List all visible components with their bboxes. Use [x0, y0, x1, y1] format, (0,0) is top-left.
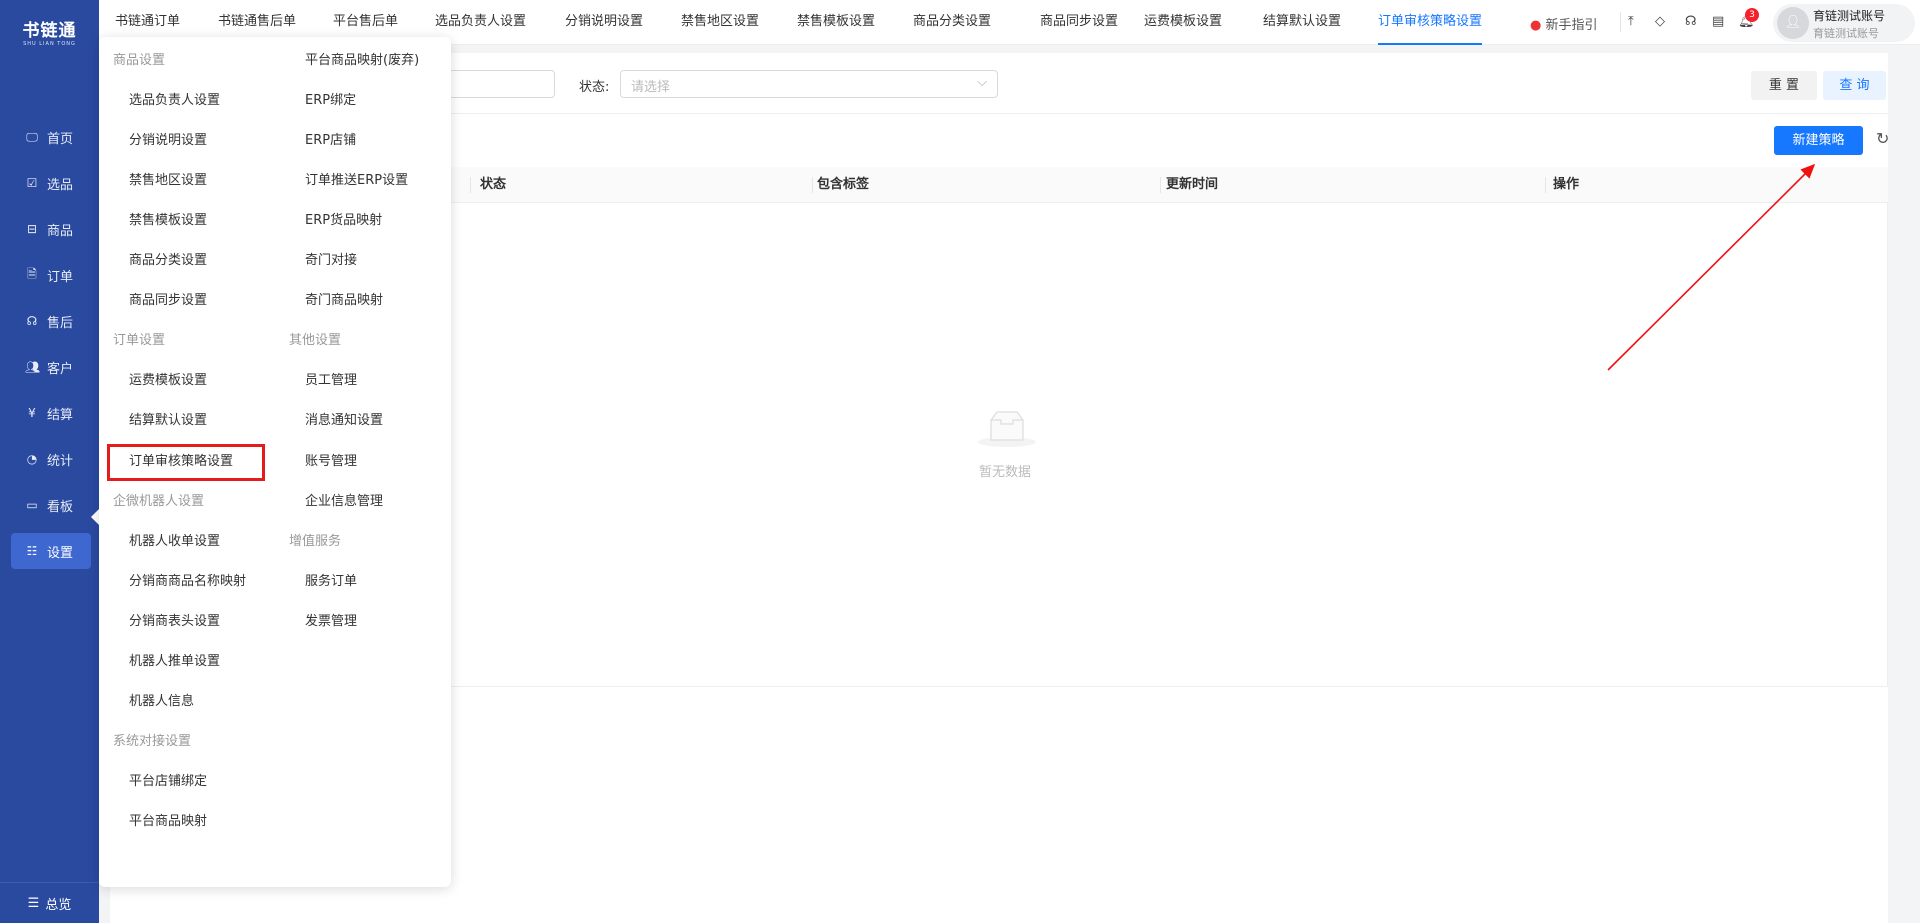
status-label: 状态:	[579, 80, 610, 95]
new-strategy-button[interactable]: 新建策略	[1774, 126, 1863, 155]
users-icon: 👥︎	[25, 360, 41, 374]
overview-button[interactable]: ☰ 总览	[0, 882, 99, 923]
diamond-icon[interactable]: ◇	[1655, 14, 1665, 29]
menu-item[interactable]: ERP绑定	[305, 91, 356, 111]
monitor-icon: 🖵︎	[26, 129, 38, 144]
tab[interactable]: 结算默认设置	[1263, 0, 1341, 45]
sliders-icon: ☷	[26, 544, 38, 558]
menu-group-label: 其他设置	[289, 333, 342, 349]
menu-group-label: 增值服务	[289, 533, 342, 549]
menu-item[interactable]: 服务订单	[305, 572, 357, 592]
table-border	[1887, 203, 1888, 686]
query-button[interactable]: 查 询	[1823, 71, 1886, 100]
column-divider	[470, 177, 471, 193]
menu-item[interactable]: 机器人信息	[129, 692, 194, 712]
box-icon: ⊟	[26, 222, 38, 236]
refresh-icon[interactable]: ↻	[1876, 129, 1889, 148]
menu-item[interactable]: 平台商品映射(废弃)	[305, 51, 419, 71]
headset-icon: ☊	[26, 314, 38, 328]
avatar: 👤︎	[1777, 7, 1809, 39]
menu-item[interactable]: ERP店铺	[305, 131, 356, 151]
menu-item[interactable]: 商品分类设置	[129, 251, 207, 271]
menu-item[interactable]: 禁售模板设置	[129, 211, 207, 231]
guide-button[interactable]: ● 新手指引	[1530, 14, 1598, 33]
menu-item[interactable]: 运费模板设置	[129, 371, 207, 391]
menu-item[interactable]: 机器人收单设置	[129, 532, 220, 552]
sidebar-item[interactable]: ☑︎ 选品	[11, 165, 91, 201]
menu-item[interactable]: 平台商品映射	[129, 812, 207, 832]
menu-item[interactable]: 消息通知设置	[305, 411, 383, 431]
tab[interactable]: 订单审核策略设置	[1378, 0, 1483, 45]
sidebar-item[interactable]: ◔ 统计	[11, 441, 91, 477]
document-icon: 🗎︎	[27, 266, 37, 281]
sidebar: 书链通 SHU LIAN TONG 🖵︎ 首页 ☑︎ 选品 ⊟ 商品 🗎︎ 订单 ☊ 售后 👥︎ 客户…	[0, 0, 99, 923]
menu-icon: ☰	[27, 895, 40, 911]
menu-item[interactable]: 订单推送ERP设置	[305, 171, 408, 191]
kiosk-icon[interactable]: ▤	[1712, 14, 1724, 29]
pie-icon: ◔	[26, 452, 38, 466]
highlight-box	[107, 444, 265, 481]
divider	[1620, 12, 1621, 32]
menu-group-label: 企微机器人设置	[113, 493, 205, 509]
board-icon: ▭	[26, 498, 38, 512]
menu-item[interactable]: 分销商表头设置	[129, 612, 220, 632]
logo[interactable]: 书链通 SHU LIAN TONG	[0, 0, 99, 55]
guide-icon: ●	[1530, 18, 1542, 33]
column-header: 状态	[480, 177, 507, 192]
menu-item[interactable]: 奇门商品映射	[305, 291, 383, 311]
menu-item[interactable]: 结算默认设置	[129, 411, 207, 431]
sidebar-item[interactable]: ☷ 设置	[11, 533, 91, 569]
menu-item[interactable]: 机器人推单设置	[129, 652, 220, 672]
chevron-down-icon: ⌵	[977, 75, 987, 90]
upload-icon[interactable]: ⤒	[1628, 14, 1634, 29]
checklist-icon: ☑︎	[26, 176, 38, 190]
column-divider	[1545, 177, 1546, 193]
yen-icon: ¥	[28, 406, 36, 420]
sidebar-item[interactable]: 👥︎ 客户	[11, 349, 91, 385]
tab[interactable]: 商品同步设置	[1040, 0, 1118, 45]
user-menu[interactable]: 👤︎ 育链测试账号 育链测试账号	[1773, 4, 1915, 42]
column-divider	[1160, 177, 1161, 193]
menu-item[interactable]: ERP货品映射	[305, 211, 382, 231]
menu-item[interactable]: 禁售地区设置	[129, 171, 207, 191]
column-header: 操作	[1553, 177, 1580, 192]
menu-item[interactable]: 账号管理	[305, 452, 357, 472]
tab[interactable]: 禁售地区设置	[681, 0, 759, 45]
sidebar-item[interactable]: 🖵︎ 首页	[11, 119, 91, 155]
notification-badge: 3	[1745, 8, 1759, 22]
menu-item[interactable]: 奇门对接	[305, 251, 357, 271]
column-divider	[812, 177, 813, 193]
menu-item[interactable]: 商品同步设置	[129, 291, 207, 311]
sidebar-item[interactable]: ☊ 售后	[11, 303, 91, 339]
empty-box-icon	[977, 408, 1037, 448]
sidebar-item[interactable]: ¥ 结算	[11, 395, 91, 431]
tab[interactable]: 运费模板设置	[1144, 0, 1222, 45]
sidebar-item[interactable]: 🗎︎ 订单	[11, 257, 91, 293]
reset-button[interactable]: 重 置	[1751, 71, 1817, 100]
search-input[interactable]	[440, 70, 555, 98]
menu-item[interactable]: 选品负责人设置	[129, 91, 220, 111]
menu-group-label: 商品设置	[113, 53, 166, 68]
column-header: 更新时间	[1166, 177, 1219, 192]
active-caret	[91, 509, 99, 525]
headset-icon[interactable]: ☊	[1685, 14, 1697, 29]
tab[interactable]: 禁售模板设置	[797, 0, 875, 45]
menu-item[interactable]: 分销说明设置	[129, 131, 207, 151]
menu-group-label: 系统对接设置	[113, 733, 192, 749]
column-header: 包含标签	[817, 177, 870, 192]
menu-item[interactable]: 企业信息管理	[305, 492, 383, 512]
tab[interactable]: 商品分类设置	[913, 0, 991, 45]
tab[interactable]: 分销说明设置	[565, 0, 643, 45]
status-select[interactable]: 请选择 ⌵	[620, 70, 998, 98]
sidebar-item[interactable]: ⊟ 商品	[11, 211, 91, 247]
menu-item[interactable]: 员工管理	[305, 371, 357, 391]
menu-item[interactable]: 分销商商品名称映射	[129, 572, 246, 592]
menu-item[interactable]: 平台店铺绑定	[129, 772, 207, 792]
sidebar-item[interactable]: ▭ 看板	[11, 487, 91, 523]
empty-text: 暂无数据	[979, 465, 1032, 480]
menu-item[interactable]: 发票管理	[305, 612, 357, 632]
menu-group-label: 订单设置	[113, 333, 166, 349]
